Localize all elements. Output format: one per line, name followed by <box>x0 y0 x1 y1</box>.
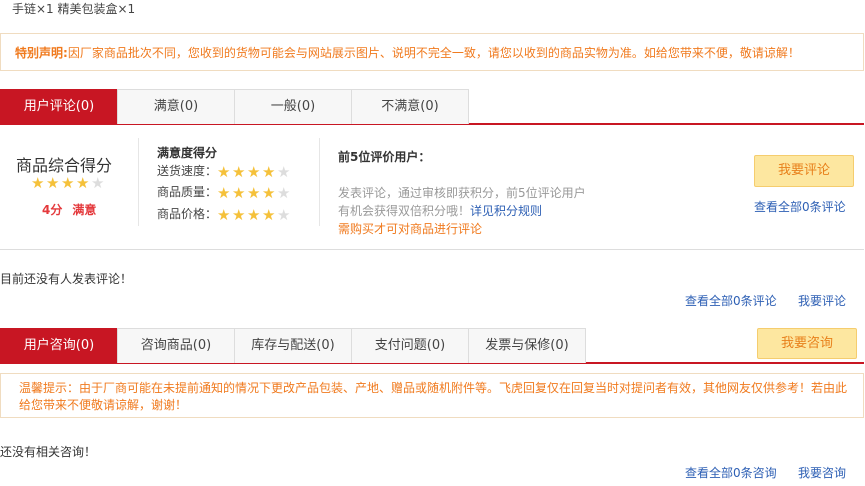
sat-label: 商品质量： <box>157 185 218 199</box>
tab-user-reviews[interactable]: 用户评论(0) <box>0 89 118 124</box>
points-rules-link[interactable]: 详见积分规则 <box>470 204 542 218</box>
overall-score-title: 商品综合得分 <box>16 156 113 175</box>
star-filled-icon: ★ <box>247 163 261 181</box>
tab-unsatisfied[interactable]: 不满意(0) <box>351 89 469 124</box>
sat-row-price: 商品价格：★ ★ ★ ★ ★ <box>157 205 292 223</box>
notice-label: 特别声明: <box>15 46 68 60</box>
warm-tip-text: 由于厂商可能在未提前通知的情况下更改产品包装、产地、赠品或随机附件等。飞虎回复仅… <box>19 381 848 412</box>
star-filled-icon: ★ <box>262 184 276 202</box>
consult-tab-bar: 用户咨询(0) 咨询商品(0) 库存与配送(0) 支付问题(0) 发票与保修(0… <box>0 328 864 364</box>
overall-score-value: 4分 满意 <box>42 201 96 218</box>
warm-tip: 温馨提示：由于厂商可能在未提前通知的情况下更改产品包装、产地、赠品或随机附件等。… <box>0 373 864 418</box>
sat-label: 商品价格： <box>157 207 218 221</box>
points-desc-text: 有机会获得双倍积分哦！ <box>338 204 471 218</box>
star-filled-icon: ★ <box>262 206 276 224</box>
ask-question-button[interactable]: 我要咨询 <box>757 328 857 359</box>
star-filled-icon: ★ <box>232 163 246 181</box>
star-filled-icon: ★ <box>46 174 60 192</box>
package-contents: 手链×1 精美包装盒×1 <box>12 2 136 16</box>
star-filled-icon: ★ <box>232 184 246 202</box>
tab-stock-delivery[interactable]: 库存与配送(0) <box>234 328 352 363</box>
ask-question-footer-link[interactable]: 我要咨询 <box>798 464 846 481</box>
star-empty-icon: ★ <box>277 184 291 202</box>
tab-satisfied[interactable]: 满意(0) <box>117 89 235 124</box>
star-empty-icon: ★ <box>277 163 291 181</box>
sat-label: 送货速度： <box>157 164 218 178</box>
tab-user-consult[interactable]: 用户咨询(0) <box>0 328 118 363</box>
sat-stars: ★ ★ ★ ★ ★ <box>217 186 292 201</box>
view-all-reviews-footer-link[interactable]: 查看全部0条评论 <box>685 292 777 309</box>
star-empty-icon: ★ <box>91 174 105 192</box>
star-filled-icon: ★ <box>262 163 276 181</box>
divider <box>319 138 320 226</box>
star-filled-icon: ★ <box>76 174 90 192</box>
star-filled-icon: ★ <box>217 163 231 181</box>
notice-text: 因厂家商品批次不同，您收到的货物可能会与网站展示图片、说明不完全一致，请您以收到… <box>67 46 800 60</box>
view-all-consult-link[interactable]: 查看全部0条咨询 <box>685 464 777 481</box>
satisfaction-title: 满意度得分 <box>157 146 218 160</box>
no-consult-message: 还没有相关咨询！ <box>0 445 97 459</box>
purchase-note: 需购买才可对商品进行评论 <box>338 222 483 236</box>
sat-stars: ★ ★ ★ ★ ★ <box>217 165 292 180</box>
no-reviews-message: 目前还没有人发表评论！ <box>0 272 133 286</box>
score-value: 4分 <box>42 203 63 217</box>
sat-row-quality: 商品质量：★ ★ ★ ★ ★ <box>157 183 292 201</box>
overall-score-stars: ★ ★ ★ ★ ★ <box>31 176 106 191</box>
sat-row-delivery: 送货速度：★ ★ ★ ★ ★ <box>157 162 292 180</box>
star-filled-icon: ★ <box>247 184 261 202</box>
star-empty-icon: ★ <box>277 206 291 224</box>
write-review-footer-link[interactable]: 我要评论 <box>798 292 846 309</box>
warm-tip-label: 温馨提示： <box>19 381 80 395</box>
star-filled-icon: ★ <box>31 174 45 192</box>
star-filled-icon: ★ <box>247 206 261 224</box>
special-notice: 特别声明:因厂家商品批次不同，您收到的货物可能会与网站展示图片、说明不完全一致，… <box>0 33 864 71</box>
top5-title: 前5位评价用户： <box>338 150 431 164</box>
view-all-reviews-link[interactable]: 查看全部0条评论 <box>754 198 846 215</box>
tab-invoice-warranty[interactable]: 发票与保修(0) <box>468 328 586 363</box>
star-filled-icon: ★ <box>61 174 75 192</box>
write-review-button[interactable]: 我要评论 <box>754 155 854 187</box>
tab-product-consult[interactable]: 咨询商品(0) <box>117 328 235 363</box>
review-tab-bar: 用户评论(0) 满意(0) 一般(0) 不满意(0) <box>0 89 864 125</box>
star-filled-icon: ★ <box>217 206 231 224</box>
sat-stars: ★ ★ ★ ★ ★ <box>217 208 292 223</box>
tab-payment[interactable]: 支付问题(0) <box>351 328 469 363</box>
star-filled-icon: ★ <box>232 206 246 224</box>
divider <box>138 138 139 226</box>
score-level: 满意 <box>72 203 97 217</box>
review-summary-panel: 商品综合得分 ★ ★ ★ ★ ★ 4分 满意 满意度得分 送货速度：★ ★ ★ ★ ★ 商品质量：… <box>0 125 864 250</box>
points-desc-line1: 发表评论，通过审核即获积分，前5位评论用户 <box>338 186 586 200</box>
tab-neutral[interactable]: 一般(0) <box>234 89 352 124</box>
points-desc-line2: 有机会获得双倍积分哦！详见积分规则 <box>338 202 542 219</box>
star-filled-icon: ★ <box>217 184 231 202</box>
